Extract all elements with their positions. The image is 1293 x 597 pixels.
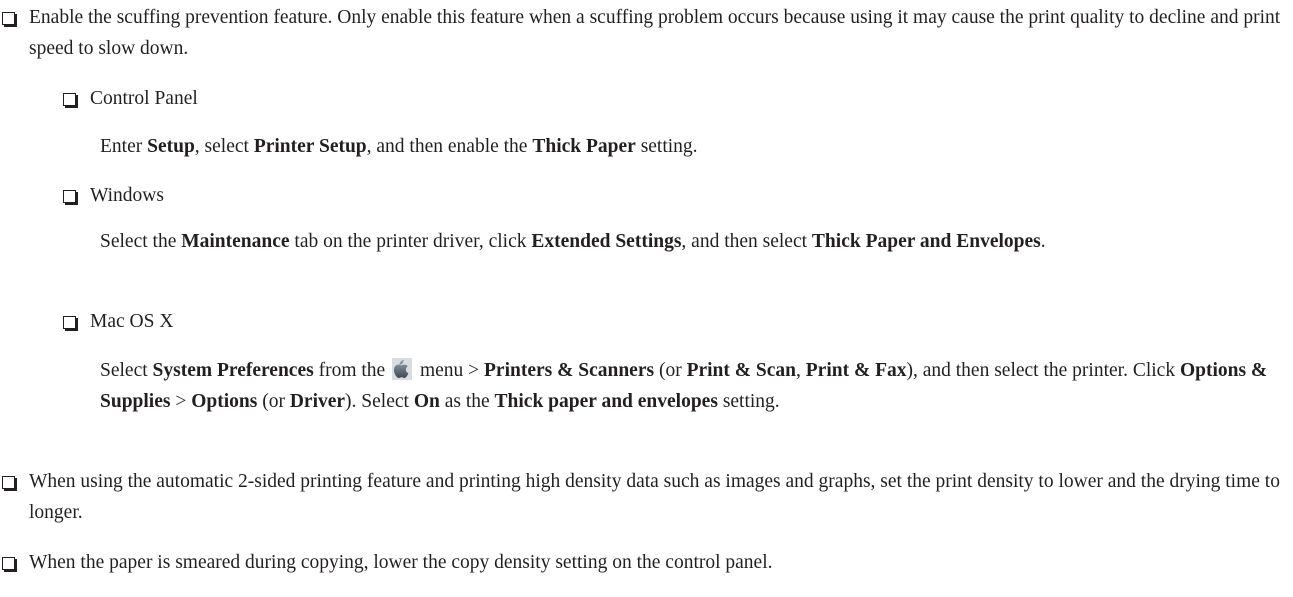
apple-icon (392, 358, 413, 380)
checkbox-icon (0, 547, 22, 578)
windows-instructions: Select the Maintenance tab on the printe… (100, 231, 1046, 252)
list-item-text: When using the automatic 2-sided printin… (29, 471, 1280, 523)
control-panel-instructions: Enter Setup, select Printer Setup, and t… (100, 136, 698, 157)
mac-instructions: Select System Preferences from the menu … (100, 358, 1268, 412)
subitem-mac-os-x: Mac OS X (61, 306, 1289, 337)
list-item-text: Enable the scuffing prevention feature. … (29, 7, 1281, 59)
subitem-control-panel: Control Panel (61, 83, 1289, 114)
list-item-2-sided-printing: When using the automatic 2-sided printin… (0, 466, 1289, 528)
checkbox-icon (61, 306, 83, 337)
checkbox-icon (0, 466, 22, 497)
checkbox-icon (61, 83, 83, 114)
list-item-scuffing-prevention: Enable the scuffing prevention feature. … (0, 2, 1289, 64)
subitem-windows: Windows (61, 180, 1289, 211)
subitem-label: Mac OS X (90, 311, 174, 332)
checkbox-icon (0, 2, 22, 33)
subitem-label: Control Panel (90, 88, 198, 109)
list-item-text: When the paper is smeared during copying… (29, 552, 773, 573)
subitem-label: Windows (90, 185, 164, 206)
list-item-copy-density: When the paper is smeared during copying… (0, 547, 1289, 578)
checkbox-icon (61, 180, 83, 211)
